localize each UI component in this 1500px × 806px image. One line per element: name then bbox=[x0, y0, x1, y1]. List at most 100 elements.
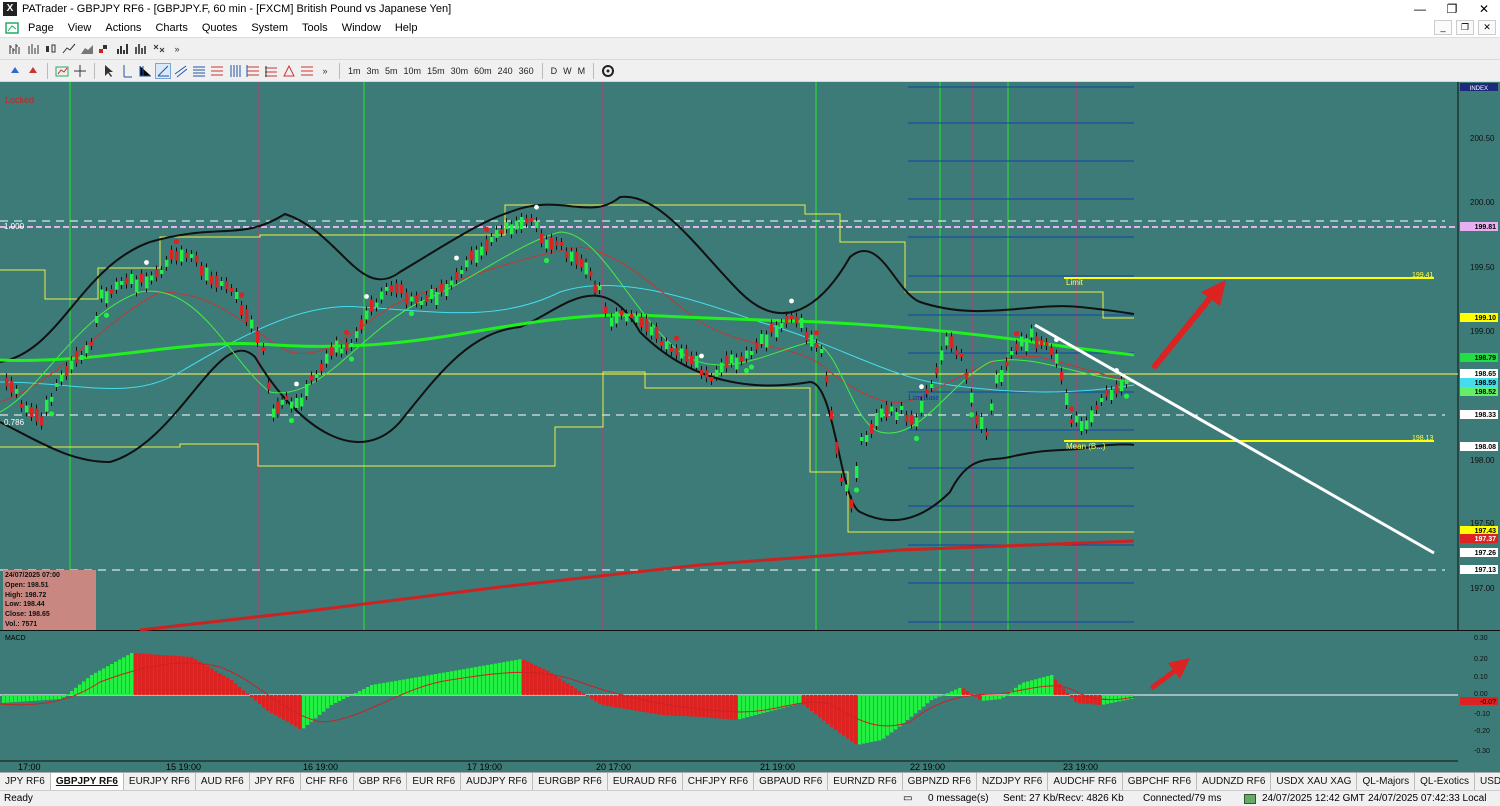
timeframe-15m-button[interactable]: 15m bbox=[424, 63, 448, 79]
timeframe-3m-button[interactable]: 3m bbox=[364, 63, 383, 79]
period-weekly-button[interactable]: W bbox=[560, 63, 575, 79]
gann-icon[interactable] bbox=[245, 63, 261, 79]
fib-fan-icon[interactable] bbox=[209, 63, 225, 79]
chart-canvas[interactable]: Locked 1.000 0.786 Limit 199.41 Lim Base… bbox=[0, 82, 1500, 772]
symbol-tab[interactable]: GBPNZD RF6 bbox=[903, 773, 977, 790]
toolbar-more-icon[interactable]: » bbox=[169, 41, 185, 57]
fibonacci-icon[interactable] bbox=[191, 63, 207, 79]
symbol-tab[interactable]: CHFJPY RF6 bbox=[683, 773, 755, 790]
triangle-icon[interactable] bbox=[281, 63, 297, 79]
area-chart-icon[interactable] bbox=[79, 41, 95, 57]
macd-bar bbox=[398, 680, 402, 695]
symbol-tab[interactable]: USDX XAU XAG bbox=[1271, 773, 1358, 790]
pitchfork-icon[interactable] bbox=[263, 63, 279, 79]
symbol-tab[interactable]: GBPJPY RF6 bbox=[50, 773, 124, 790]
timeframe-5m-button[interactable]: 5m bbox=[382, 63, 401, 79]
symbol-tab[interactable]: NZDJPY RF6 bbox=[977, 773, 1049, 790]
symbol-tab[interactable]: AUDNZD RF6 bbox=[1197, 773, 1272, 790]
symbol-tab[interactable]: QL-Majors bbox=[1357, 773, 1416, 790]
symbol-tab[interactable]: EUR RF6 bbox=[407, 773, 462, 790]
mdi-minimize-button[interactable]: _ bbox=[1434, 20, 1452, 35]
macd-bar bbox=[254, 695, 258, 701]
symbol-tab[interactable]: CHF RF6 bbox=[301, 773, 354, 790]
timeframe-1m-button[interactable]: 1m bbox=[345, 63, 364, 79]
timeframe-60m-button[interactable]: 60m bbox=[471, 63, 495, 79]
candle bbox=[280, 399, 285, 405]
symbol-tab[interactable]: AUDCHF RF6 bbox=[1048, 773, 1123, 790]
symbol-tab[interactable]: GBP RF6 bbox=[354, 773, 408, 790]
candle bbox=[495, 229, 499, 238]
macd-bar bbox=[962, 688, 966, 695]
period-monthly-button[interactable]: M bbox=[575, 63, 589, 79]
symbol-tab[interactable]: AUD RF6 bbox=[196, 773, 250, 790]
symbol-tab[interactable]: GBPCHF RF6 bbox=[1123, 773, 1198, 790]
price-panel[interactable] bbox=[0, 82, 1458, 630]
menu-tools[interactable]: Tools bbox=[295, 18, 335, 38]
menu-help[interactable]: Help bbox=[388, 18, 425, 38]
menu-quotes[interactable]: Quotes bbox=[195, 18, 244, 38]
renko-chart-icon[interactable] bbox=[97, 41, 113, 57]
menu-actions[interactable]: Actions bbox=[98, 18, 148, 38]
symbol-tab[interactable]: EURAUD RF6 bbox=[608, 773, 683, 790]
fib-time-icon[interactable] bbox=[227, 63, 243, 79]
candle-chart-icon[interactable] bbox=[43, 41, 59, 57]
macd-bar bbox=[682, 695, 686, 717]
page-icon[interactable] bbox=[4, 20, 20, 36]
histogram-chart-icon[interactable] bbox=[133, 41, 149, 57]
signal-marker bbox=[743, 367, 750, 374]
candle bbox=[840, 478, 844, 482]
crosshair-icon[interactable] bbox=[72, 63, 88, 79]
timeframe-360-button[interactable]: 360 bbox=[516, 63, 537, 79]
mdi-close-button[interactable]: ✕ bbox=[1478, 20, 1496, 35]
candle bbox=[320, 363, 324, 371]
macd-bar bbox=[170, 655, 174, 695]
message-icon[interactable]: ▭ bbox=[903, 793, 912, 804]
menu-charts[interactable]: Charts bbox=[148, 18, 194, 38]
channel-line-icon[interactable] bbox=[173, 63, 189, 79]
chart-area[interactable]: Locked 1.000 0.786 Limit 199.41 Lim Base… bbox=[0, 82, 1500, 772]
symbol-tab[interactable]: USDX RF bbox=[1475, 773, 1500, 790]
candle bbox=[645, 318, 649, 332]
vertical-line-icon[interactable] bbox=[119, 63, 135, 79]
close-button[interactable]: ✕ bbox=[1468, 0, 1500, 18]
refresh-icon[interactable] bbox=[600, 63, 616, 79]
timeframe-10m-button[interactable]: 10m bbox=[401, 63, 425, 79]
add-indicator-icon[interactable] bbox=[54, 63, 70, 79]
pointer-icon[interactable] bbox=[101, 63, 117, 79]
trend-line-icon[interactable] bbox=[155, 62, 171, 79]
indicator-icon-2[interactable] bbox=[25, 63, 41, 79]
macd-bar bbox=[430, 674, 434, 695]
timeframe-240-button[interactable]: 240 bbox=[495, 63, 516, 79]
toolbar-more-icon-2[interactable]: » bbox=[317, 63, 333, 79]
period-daily-button[interactable]: D bbox=[548, 63, 561, 79]
symbol-tab[interactable]: EURGBP RF6 bbox=[533, 773, 608, 790]
line-chart-icon[interactable] bbox=[61, 41, 77, 57]
volume-chart-icon[interactable] bbox=[115, 41, 131, 57]
timeframe-30m-button[interactable]: 30m bbox=[448, 63, 472, 79]
menu-system[interactable]: System bbox=[244, 18, 295, 38]
mdi-restore-button[interactable]: ❐ bbox=[1456, 20, 1474, 35]
point-figure-chart-icon[interactable] bbox=[151, 41, 167, 57]
minimize-button[interactable]: — bbox=[1404, 0, 1436, 18]
status-messages[interactable]: 0 message(s) bbox=[928, 793, 989, 804]
symbol-tab[interactable]: QL-Exotics bbox=[1415, 773, 1476, 790]
menu-view[interactable]: View bbox=[61, 18, 99, 38]
bar-chart-icon[interactable] bbox=[7, 41, 23, 57]
symbol-tab[interactable]: EURNZD RF6 bbox=[828, 773, 903, 790]
symbol-tab[interactable]: JPY RF6 bbox=[250, 773, 301, 790]
macd-bar bbox=[734, 695, 738, 720]
macd-bar bbox=[442, 672, 446, 695]
menu-page[interactable]: Page bbox=[21, 18, 61, 38]
maximize-button[interactable]: ❐ bbox=[1436, 0, 1468, 18]
symbol-tab[interactable]: JPY RF6 bbox=[0, 773, 51, 790]
menu-window[interactable]: Window bbox=[335, 18, 388, 38]
horizontal-line-icon[interactable] bbox=[137, 63, 153, 79]
ohlc-chart-icon[interactable] bbox=[25, 41, 41, 57]
candle bbox=[355, 331, 359, 339]
level-icon[interactable] bbox=[299, 63, 315, 79]
symbol-tab[interactable]: EURJPY RF6 bbox=[124, 773, 196, 790]
candle bbox=[405, 292, 409, 305]
symbol-tab[interactable]: AUDJPY RF6 bbox=[461, 773, 534, 790]
symbol-tab[interactable]: GBPAUD RF6 bbox=[754, 773, 829, 790]
indicator-icon-1[interactable] bbox=[7, 63, 23, 79]
